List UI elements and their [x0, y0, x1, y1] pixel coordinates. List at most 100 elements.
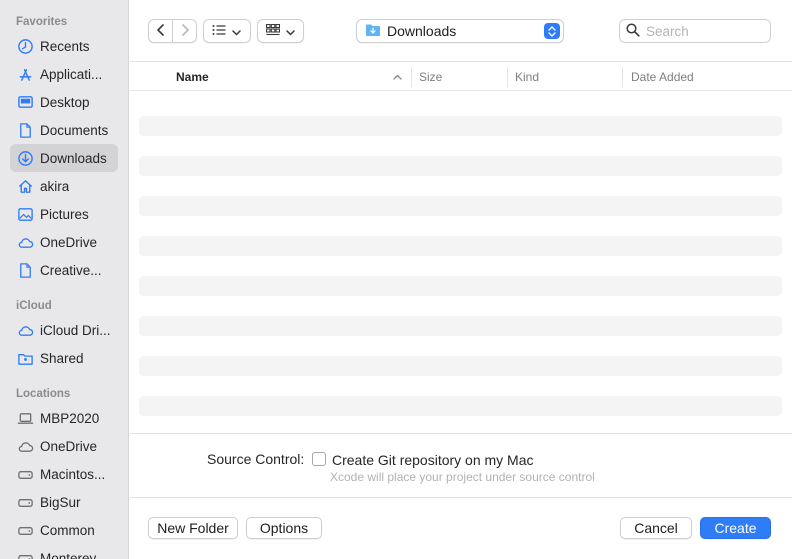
sidebar-item-applications[interactable]: Applicati... — [10, 60, 118, 88]
sidebar-item-common[interactable]: Common — [10, 516, 118, 544]
chevron-left-icon — [156, 23, 166, 39]
sidebar-item-downloads[interactable]: Downloads — [10, 144, 118, 172]
sidebar-item-label: BigSur — [40, 494, 81, 510]
column-kind[interactable]: Kind — [515, 63, 539, 91]
desktop-icon — [16, 93, 34, 111]
sidebar-item-label: Macintos... — [40, 466, 106, 482]
laptop-icon — [16, 409, 34, 427]
search-input[interactable] — [646, 23, 756, 39]
sidebar-item-onedrive-location[interactable]: OneDrive — [10, 432, 118, 460]
sidebar: Favorites Recents Applicati... Desktop D… — [0, 0, 129, 559]
options-button[interactable]: Options — [246, 517, 322, 539]
cloud-icon — [16, 437, 34, 455]
cancel-button[interactable]: Cancel — [620, 517, 692, 539]
list-view-button[interactable] — [203, 19, 251, 43]
list-view-icon — [212, 24, 226, 39]
list-row-stripe — [139, 196, 782, 216]
divider — [507, 67, 508, 87]
cloud-icon — [16, 233, 34, 251]
column-size[interactable]: Size — [419, 63, 442, 91]
disk-icon — [16, 465, 34, 483]
download-icon — [16, 149, 34, 167]
list-row-stripe — [139, 356, 782, 376]
source-control-panel: Source Control: Create Git repository on… — [130, 433, 792, 498]
sidebar-item-creative[interactable]: Creative... — [10, 256, 118, 284]
sidebar-item-label: Recents — [40, 38, 90, 54]
file-list[interactable] — [139, 96, 782, 426]
sidebar-section-icloud: iCloud — [16, 300, 52, 312]
sidebar-item-desktop[interactable]: Desktop — [10, 88, 118, 116]
sidebar-item-label: iCloud Dri... — [40, 322, 111, 338]
list-row-stripe — [139, 156, 782, 176]
list-row-stripe — [139, 316, 782, 336]
search-field[interactable] — [619, 19, 771, 43]
sidebar-item-label: Documents — [40, 122, 109, 138]
sidebar-item-label: Pictures — [40, 206, 89, 222]
sidebar-item-recents[interactable]: Recents — [10, 32, 118, 60]
search-icon — [626, 22, 640, 40]
applications-icon — [16, 65, 34, 83]
sidebar-item-label: OneDrive — [40, 438, 98, 454]
document-icon — [16, 121, 34, 139]
sidebar-item-onedrive[interactable]: OneDrive — [10, 228, 118, 256]
sidebar-item-label: Downloads — [40, 150, 107, 166]
chevron-right-icon — [180, 23, 190, 39]
sidebar-item-shared[interactable]: Shared — [10, 344, 118, 372]
chevron-down-icon — [286, 24, 295, 39]
sidebar-item-icloud-drive[interactable]: iCloud Dri... — [10, 316, 118, 344]
pictures-icon — [16, 205, 34, 223]
up-down-chevron-icon — [544, 23, 560, 39]
sidebar-item-label: Common — [40, 522, 95, 538]
sidebar-item-label: akira — [40, 178, 70, 194]
create-git-repo-checkbox[interactable] — [312, 452, 326, 466]
sidebar-item-documents[interactable]: Documents — [10, 116, 118, 144]
sidebar-section-locations: Locations — [16, 388, 71, 400]
forward-button[interactable] — [173, 20, 196, 42]
sidebar-item-monterey[interactable]: Monterey — [10, 544, 118, 559]
back-button[interactable] — [149, 20, 172, 42]
folder-icon — [365, 23, 381, 40]
sidebar-item-macintosh[interactable]: Macintos... — [10, 460, 118, 488]
list-view-toggle[interactable] — [204, 20, 249, 42]
divider — [411, 67, 412, 87]
column-header: Name Size Kind Date Added — [130, 63, 792, 91]
list-row-stripe — [139, 396, 782, 416]
sidebar-item-label: MBP2020 — [40, 410, 100, 426]
disk-icon — [16, 549, 34, 559]
grid-view-toggle[interactable] — [258, 20, 303, 42]
column-date-added[interactable]: Date Added — [631, 63, 694, 91]
document-icon — [16, 261, 34, 279]
divider — [622, 67, 623, 87]
chevron-down-icon — [232, 24, 241, 39]
sidebar-item-mbp2020[interactable]: MBP2020 — [10, 404, 118, 432]
list-row-stripe — [139, 116, 782, 136]
grid-view-icon — [265, 23, 281, 39]
sidebar-item-label: Applicati... — [40, 66, 103, 82]
list-row-stripe — [139, 236, 782, 256]
new-folder-button[interactable]: New Folder — [148, 517, 238, 539]
chevron-up-icon — [393, 63, 402, 91]
source-control-hint: Xcode will place your project under sour… — [330, 470, 595, 484]
create-git-repo-label[interactable]: Create Git repository on my Mac — [332, 452, 534, 468]
toolbar: Downloads — [130, 0, 792, 62]
create-button[interactable]: Create — [700, 517, 771, 539]
grid-view-button[interactable] — [257, 19, 304, 43]
location-label: Downloads — [387, 23, 457, 39]
sidebar-item-label: Desktop — [40, 94, 90, 110]
navigation-buttons — [148, 19, 197, 43]
home-icon — [16, 177, 34, 195]
clock-icon — [16, 37, 34, 55]
shared-folder-icon — [16, 349, 34, 367]
disk-icon — [16, 521, 34, 539]
sidebar-item-label: OneDrive — [40, 234, 98, 250]
sidebar-item-label: Creative... — [40, 262, 102, 278]
sidebar-item-bigsur[interactable]: BigSur — [10, 488, 118, 516]
disk-icon — [16, 493, 34, 511]
column-name[interactable]: Name — [176, 63, 209, 91]
list-row-stripe — [139, 276, 782, 296]
location-popup[interactable]: Downloads — [356, 19, 564, 43]
sidebar-item-label: Monterey — [40, 550, 97, 559]
sidebar-item-pictures[interactable]: Pictures — [10, 200, 118, 228]
sidebar-item-akira[interactable]: akira — [10, 172, 118, 200]
source-control-label: Source Control: — [207, 451, 305, 467]
